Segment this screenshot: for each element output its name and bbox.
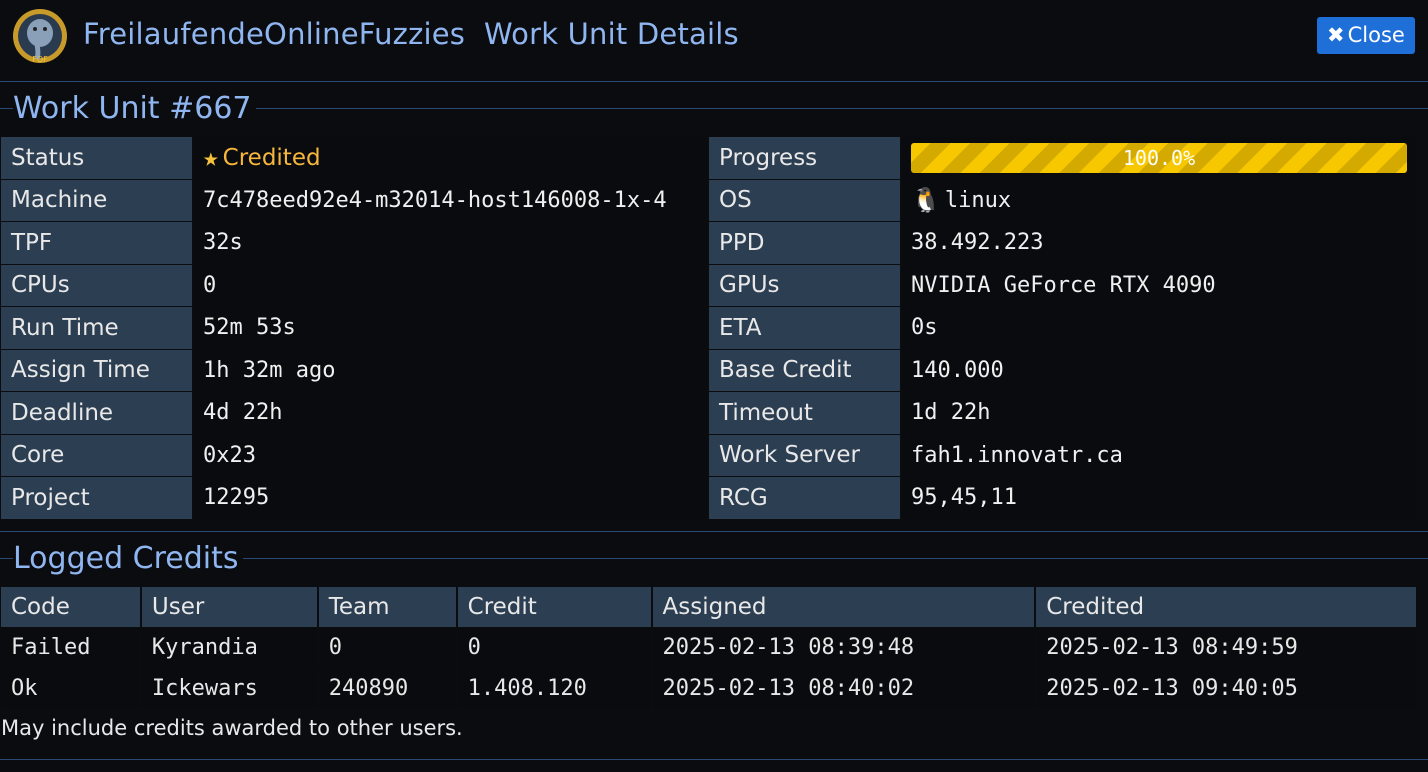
status-label: Status	[1, 137, 194, 180]
cell-assigned: 2025-02-13 08:39:48	[651, 627, 1037, 669]
work-unit-details: Status ★ Credited Progress 100.0% Machine 7c47…	[1, 137, 1418, 520]
table-header-row: Code User Team Credit Assigned Credited	[1, 587, 1418, 628]
progress-label: Progress	[709, 137, 902, 180]
status-value: ★ Credited	[194, 137, 709, 180]
logged-credits-table: Code User Team Credit Assigned Credited Faile…	[1, 587, 1418, 710]
cpus-value: 0	[194, 264, 709, 307]
core-label: Core	[1, 434, 194, 477]
cpus-label: CPUs	[1, 264, 194, 307]
star-icon: ★	[203, 142, 219, 173]
detail-row: Status ★ Credited Progress 100.0%	[1, 137, 1418, 180]
page-title: FreilaufendeOnlineFuzzies Work Unit Deta…	[83, 17, 739, 51]
cell-code: Ok	[1, 668, 142, 710]
assign-time-label: Assign Time	[1, 349, 194, 392]
cell-user[interactable]: Kyrandia	[140, 627, 319, 669]
divider	[0, 81, 1428, 82]
table-row: Ok Ickewars 240890 1.408.120 2025-02-13 08:4…	[1, 668, 1418, 710]
logged-credits-title: Logged Credits	[13, 541, 243, 576]
cell-team: 240890	[317, 668, 458, 710]
base-credit-value: 140.000	[902, 349, 1418, 392]
rcg-value: 95,45,11	[902, 477, 1418, 520]
detail-row: Deadline 4d 22h Timeout 1d 22h	[1, 392, 1418, 435]
eta-value: 0s	[902, 307, 1418, 350]
progress-bar: 100.0%	[911, 142, 1407, 173]
timeout-label: Timeout	[709, 392, 902, 435]
gpus-label: GPUs	[709, 264, 902, 307]
close-button[interactable]: ✖ Close	[1317, 17, 1415, 54]
detail-row: Run Time 52m 53s ETA 0s	[1, 307, 1418, 350]
cell-code: Failed	[1, 627, 142, 669]
progress-value: 100.0%	[902, 137, 1418, 180]
os-text: linux	[944, 187, 1012, 213]
site-logo: FOF	[13, 9, 67, 64]
base-credit-label: Base Credit	[709, 349, 902, 392]
cell-assigned: 2025-02-13 08:40:02	[651, 668, 1037, 710]
tpf-value: 32s	[194, 222, 709, 265]
page-heading: Work Unit Details	[483, 17, 739, 51]
assign-time-value: 1h 32m ago	[194, 349, 709, 392]
column-header-user[interactable]: User	[140, 587, 319, 628]
detail-row: Core 0x23 Work Server fah1.innovatr.ca	[1, 434, 1418, 477]
credits-footnote: May include credits awarded to other use…	[1, 716, 463, 740]
column-header-credit[interactable]: Credit	[456, 587, 653, 628]
column-header-credited[interactable]: Credited	[1035, 587, 1418, 628]
site-name[interactable]: FreilaufendeOnlineFuzzies	[83, 17, 465, 51]
tux-linux-icon: 🐧	[911, 186, 941, 215]
column-header-assigned[interactable]: Assigned	[651, 587, 1037, 628]
core-value: 0x23	[194, 434, 709, 477]
cell-team: 0	[317, 627, 458, 669]
deadline-value: 4d 22h	[194, 392, 709, 435]
detail-row: Machine 7c478eed92e4-m32014-host146008-1x…	[1, 179, 1418, 222]
work-unit-title: Work Unit #667	[13, 91, 256, 126]
rcg-label: RCG	[709, 477, 902, 520]
detail-row: CPUs 0 GPUs NVIDIA GeForce RTX 4090	[1, 264, 1418, 307]
column-header-code[interactable]: Code	[1, 587, 142, 628]
timeout-value: 1d 22h	[902, 392, 1418, 435]
svg-text:FOF: FOF	[32, 55, 48, 64]
status-text: Credited	[222, 144, 321, 171]
ppd-value: 38.492.223	[902, 222, 1418, 265]
page-header: FOF FreilaufendeOnlineFuzzies Work Unit …	[0, 0, 1428, 80]
machine-label: Machine	[1, 179, 194, 222]
os-value: 🐧 linux	[902, 179, 1418, 222]
ppd-label: PPD	[709, 222, 902, 265]
divider	[0, 759, 1428, 760]
run-time-label: Run Time	[1, 307, 194, 350]
detail-row: Project 12295 RCG 95,45,11	[1, 477, 1418, 520]
detail-row: TPF 32s PPD 38.492.223	[1, 222, 1418, 265]
cell-credit: 0	[456, 627, 653, 669]
divider	[0, 531, 1428, 532]
cell-credited: 2025-02-13 09:40:05	[1035, 668, 1418, 710]
x-icon: ✖	[1327, 23, 1345, 47]
cell-credit: 1.408.120	[456, 668, 653, 710]
project-value: 12295	[194, 477, 709, 520]
cell-user[interactable]: Ickewars	[140, 668, 319, 710]
deadline-label: Deadline	[1, 392, 194, 435]
close-label: Close	[1347, 23, 1405, 47]
gpus-value: NVIDIA GeForce RTX 4090	[902, 264, 1418, 307]
detail-row: Assign Time 1h 32m ago Base Credit 140.000	[1, 349, 1418, 392]
tpf-label: TPF	[1, 222, 194, 265]
os-label: OS	[709, 179, 902, 222]
column-header-team[interactable]: Team	[317, 587, 458, 628]
run-time-value: 52m 53s	[194, 307, 709, 350]
work-server-value: fah1.innovatr.ca	[902, 434, 1418, 477]
eta-label: ETA	[709, 307, 902, 350]
project-label: Project	[1, 477, 194, 520]
machine-value: 7c478eed92e4-m32014-host146008-1x-4	[194, 179, 709, 222]
table-row: Failed Kyrandia 0 0 2025-02-13 08:39:48 2025-…	[1, 627, 1418, 669]
cell-credited: 2025-02-13 08:49:59	[1035, 627, 1418, 669]
work-server-label: Work Server	[709, 434, 902, 477]
